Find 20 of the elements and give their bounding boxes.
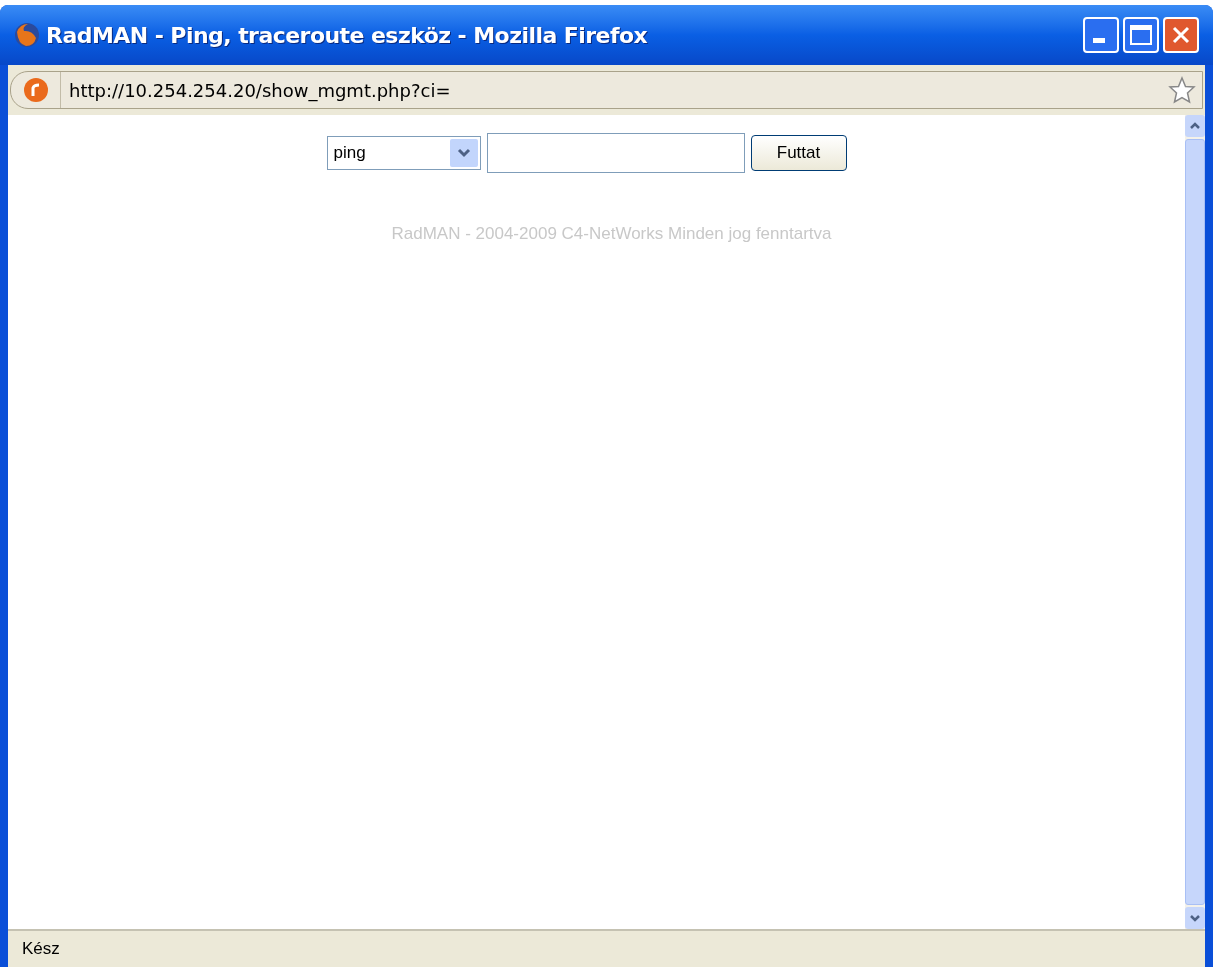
scroll-up-button[interactable] [1185,115,1205,137]
address-bar[interactable]: http://10.254.254.20/show_mgmt.php?ci= [10,71,1203,109]
scroll-down-button[interactable] [1185,907,1205,929]
browser-logo-icon [14,22,40,48]
up-caret-icon [1189,122,1201,130]
bookmark-star-icon[interactable] [1168,76,1196,104]
status-text: Kész [22,938,60,961]
run-button[interactable]: Futtat [750,135,847,171]
minimize-icon [1093,38,1105,43]
site-icon [22,77,49,103]
host-input-field[interactable] [486,133,745,173]
close-icon [1171,25,1191,45]
close-button[interactable] [1163,17,1199,53]
maximize-icon [1130,25,1152,45]
window-title: RadMAN - Ping, traceroute eszköz - Mozilla Firefox [46,21,648,50]
maximize-button[interactable] [1123,17,1159,53]
command-select[interactable]: ping [326,136,481,170]
down-caret-icon [1189,914,1201,922]
minimize-button[interactable] [1083,17,1119,53]
url-text: http://10.254.254.20/show_mgmt.php?ci= [69,78,451,104]
